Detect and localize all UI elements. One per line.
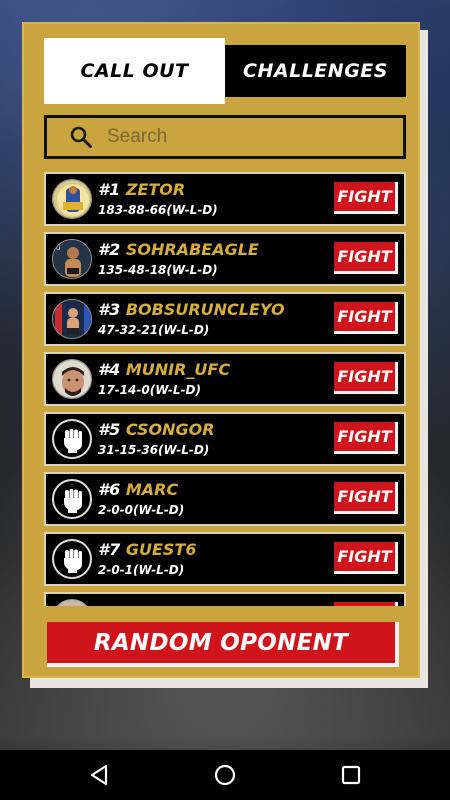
avatar bbox=[52, 299, 92, 339]
tab-call-out[interactable]: CALL OUT bbox=[44, 38, 225, 104]
player-row-partial[interactable] bbox=[44, 592, 406, 606]
player-row[interactable]: U #2 SOHRABEAGLE 135-48-18(W-L-D) FIGHT bbox=[44, 232, 406, 286]
player-username: MARC bbox=[125, 480, 179, 499]
player-rank: #7 bbox=[98, 540, 121, 559]
back-triangle-icon[interactable] bbox=[86, 762, 112, 788]
player-name-line: #4 MUNIR_UFC bbox=[98, 360, 230, 379]
fight-button[interactable]: FIGHT bbox=[334, 362, 398, 394]
tab-bar: CALL OUT CHALLENGES bbox=[44, 38, 406, 104]
player-record: 31-15-36(W-L-D) bbox=[98, 443, 210, 457]
search-bar bbox=[44, 115, 406, 159]
avatar bbox=[52, 359, 92, 399]
fight-button[interactable] bbox=[334, 602, 398, 606]
player-rank: #5 bbox=[98, 420, 121, 439]
player-record: 2-0-0(W-L-D) bbox=[98, 503, 185, 517]
player-rank: #4 bbox=[98, 360, 121, 379]
player-username: CSONGOR bbox=[125, 420, 215, 439]
fight-button[interactable]: FIGHT bbox=[334, 542, 398, 574]
home-circle-icon[interactable] bbox=[212, 762, 238, 788]
player-rank: #1 bbox=[98, 180, 121, 199]
player-record: 17-14-0(W-L-D) bbox=[98, 383, 201, 397]
player-username: MUNIR_UFC bbox=[125, 360, 231, 379]
random-opponent-button[interactable]: RANDOM OPONENT bbox=[47, 622, 399, 667]
player-username: GUEST6 bbox=[125, 540, 197, 559]
player-row[interactable]: #4 MUNIR_UFC 17-14-0(W-L-D) FIGHT bbox=[44, 352, 406, 406]
fist-icon bbox=[52, 419, 92, 459]
fist-icon bbox=[52, 479, 92, 519]
player-list[interactable]: #1 ZETOR 183-88-66(W-L-D) FIGHT U #2 SOH… bbox=[44, 172, 406, 606]
player-record: 47-32-21(W-L-D) bbox=[98, 323, 210, 337]
avatar bbox=[52, 179, 92, 219]
player-username: BOBSURUNCLEYO bbox=[125, 300, 285, 319]
android-nav-bar bbox=[0, 750, 450, 800]
fist-icon bbox=[52, 539, 92, 579]
player-record: 135-48-18(W-L-D) bbox=[98, 263, 218, 277]
search-input[interactable] bbox=[107, 126, 367, 148]
svg-text:U: U bbox=[56, 245, 60, 252]
player-record: 183-88-66(W-L-D) bbox=[98, 203, 218, 217]
player-row[interactable]: #6 MARC 2-0-0(W-L-D) FIGHT bbox=[44, 472, 406, 526]
player-name-line: #7 GUEST6 bbox=[98, 540, 196, 559]
player-name-line: #5 CSONGOR bbox=[98, 420, 215, 439]
player-name-line: #2 SOHRABEAGLE bbox=[98, 240, 259, 259]
player-rank: #3 bbox=[98, 300, 121, 319]
player-username: SOHRABEAGLE bbox=[125, 240, 259, 259]
tab-challenges[interactable]: CHALLENGES bbox=[225, 45, 406, 97]
player-row[interactable]: #1 ZETOR 183-88-66(W-L-D) FIGHT bbox=[44, 172, 406, 226]
player-name-line: #6 MARC bbox=[98, 480, 178, 499]
player-name-line: #1 ZETOR bbox=[98, 180, 185, 199]
player-username: ZETOR bbox=[125, 180, 186, 199]
player-rank: #6 bbox=[98, 480, 121, 499]
fight-button[interactable]: FIGHT bbox=[334, 182, 398, 214]
player-record: 2-0-1(W-L-D) bbox=[98, 563, 185, 577]
avatar: U bbox=[52, 239, 92, 279]
player-row[interactable]: #3 BOBSURUNCLEYO 47-32-21(W-L-D) FIGHT bbox=[44, 292, 406, 346]
avatar bbox=[52, 599, 92, 606]
fight-button[interactable]: FIGHT bbox=[334, 242, 398, 274]
fight-button[interactable]: FIGHT bbox=[334, 482, 398, 514]
player-row[interactable]: #7 GUEST6 2-0-1(W-L-D) FIGHT bbox=[44, 532, 406, 586]
search-icon bbox=[70, 126, 92, 148]
fight-button[interactable]: FIGHT bbox=[334, 302, 398, 334]
player-name-line: #3 BOBSURUNCLEYO bbox=[98, 300, 285, 319]
player-rank: #2 bbox=[98, 240, 121, 259]
player-row[interactable]: #5 CSONGOR 31-15-36(W-L-D) FIGHT bbox=[44, 412, 406, 466]
recent-apps-square-icon[interactable] bbox=[338, 762, 364, 788]
fight-button[interactable]: FIGHT bbox=[334, 422, 398, 454]
